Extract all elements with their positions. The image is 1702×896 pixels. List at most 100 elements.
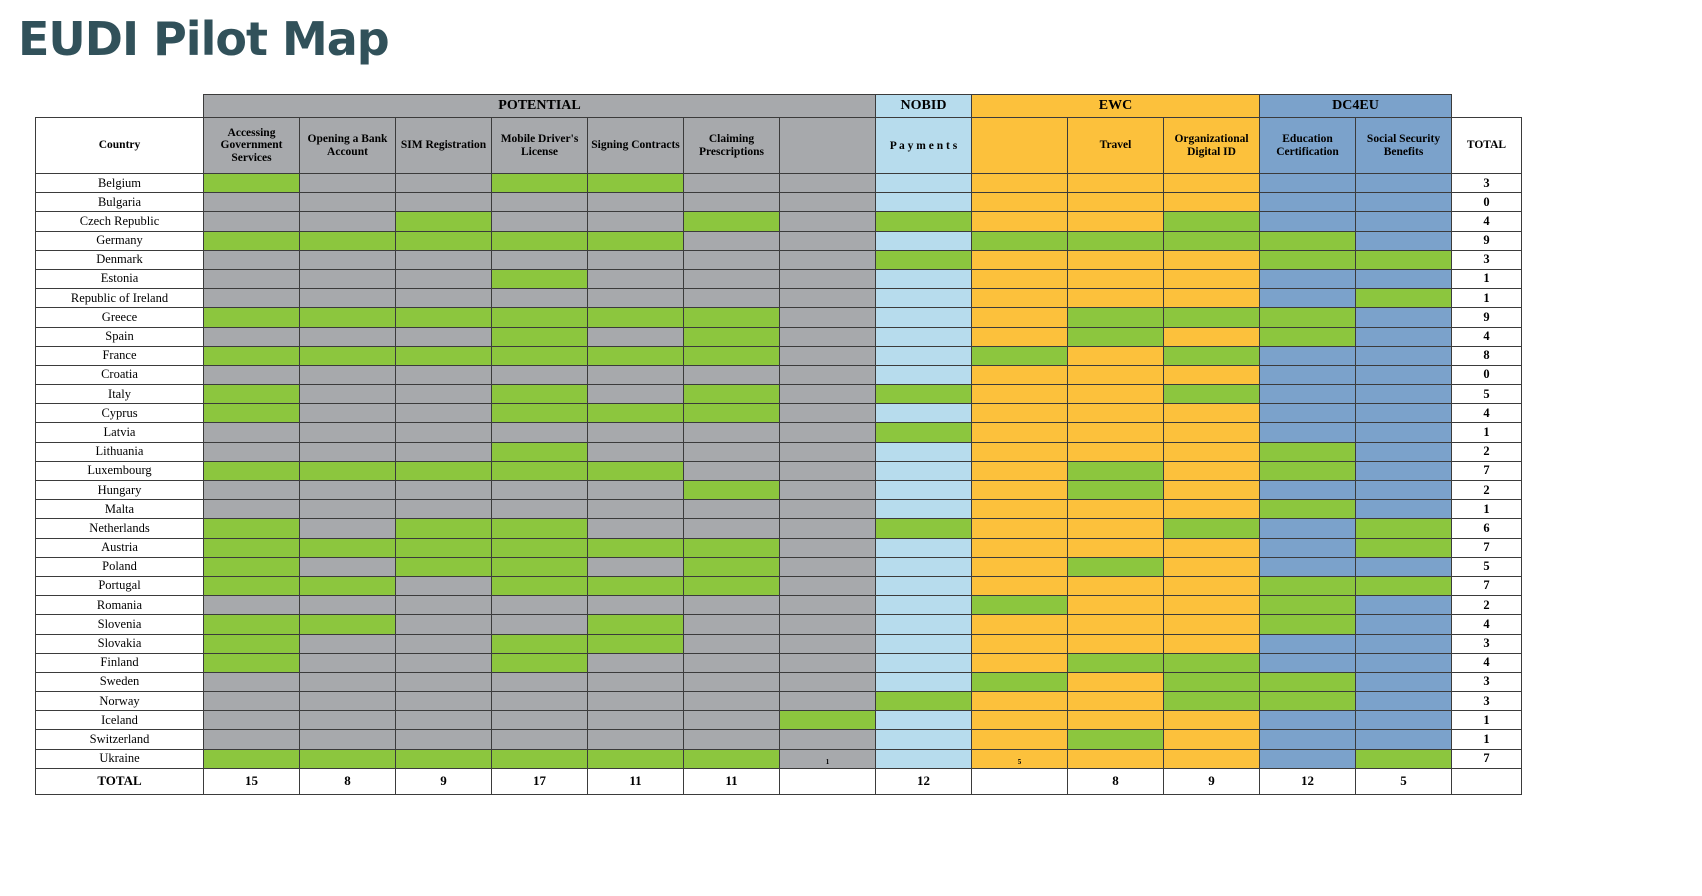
cell-active[interactable] bbox=[587, 633, 684, 654]
cell-inactive[interactable] bbox=[1259, 479, 1356, 501]
cell-inactive[interactable] bbox=[491, 422, 588, 443]
cell-inactive[interactable] bbox=[1067, 268, 1164, 290]
cell-active[interactable] bbox=[1355, 518, 1452, 539]
cell-inactive[interactable] bbox=[587, 364, 684, 386]
cell-active[interactable] bbox=[1259, 230, 1356, 251]
cell-inactive[interactable] bbox=[971, 384, 1068, 405]
cell-active[interactable] bbox=[491, 403, 588, 424]
cell-active[interactable] bbox=[875, 518, 972, 539]
cell-inactive[interactable] bbox=[779, 307, 876, 328]
cell-inactive[interactable] bbox=[203, 499, 300, 520]
cell-inactive[interactable] bbox=[587, 595, 684, 616]
cell-active[interactable] bbox=[875, 691, 972, 712]
cell-inactive[interactable] bbox=[971, 479, 1068, 501]
cell-inactive[interactable] bbox=[395, 614, 492, 635]
cell-inactive[interactable] bbox=[299, 691, 396, 712]
cell-active[interactable] bbox=[1163, 671, 1260, 693]
cell-inactive[interactable] bbox=[1259, 556, 1356, 577]
cell-inactive[interactable] bbox=[971, 326, 1068, 347]
cell-active[interactable] bbox=[491, 326, 588, 347]
cell-inactive[interactable] bbox=[683, 595, 780, 616]
cell-inactive[interactable] bbox=[683, 441, 780, 462]
cell-inactive[interactable] bbox=[971, 691, 1068, 712]
cell-inactive[interactable] bbox=[491, 192, 588, 213]
cell-active[interactable] bbox=[1163, 652, 1260, 673]
cell-inactive[interactable] bbox=[971, 518, 1068, 539]
cell-active[interactable] bbox=[1067, 479, 1164, 501]
cell-active[interactable] bbox=[395, 748, 492, 769]
cell-inactive[interactable] bbox=[683, 422, 780, 443]
cell-inactive[interactable] bbox=[299, 288, 396, 309]
cell-inactive[interactable] bbox=[1067, 595, 1164, 616]
cell-inactive[interactable] bbox=[587, 710, 684, 731]
cell-inactive[interactable] bbox=[491, 710, 588, 731]
cell-inactive[interactable] bbox=[395, 364, 492, 386]
cell-active[interactable] bbox=[1355, 575, 1452, 597]
cell-inactive[interactable] bbox=[395, 441, 492, 462]
cell-inactive[interactable] bbox=[395, 595, 492, 616]
cell-inactive[interactable] bbox=[299, 729, 396, 750]
cell-active[interactable] bbox=[1355, 537, 1452, 558]
cell-inactive[interactable] bbox=[395, 326, 492, 347]
cell-inactive[interactable] bbox=[971, 460, 1068, 482]
cell-active[interactable] bbox=[203, 403, 300, 424]
cell-active[interactable] bbox=[1259, 499, 1356, 520]
cell-inactive[interactable] bbox=[299, 710, 396, 731]
cell-active[interactable] bbox=[1259, 326, 1356, 347]
cell-inactive[interactable] bbox=[971, 652, 1068, 673]
cell-active[interactable] bbox=[587, 345, 684, 366]
cell-inactive[interactable] bbox=[1163, 729, 1260, 750]
cell-inactive[interactable] bbox=[587, 556, 684, 577]
cell-inactive[interactable] bbox=[299, 652, 396, 673]
cell-active[interactable] bbox=[683, 748, 780, 769]
cell-inactive[interactable] bbox=[875, 652, 972, 673]
cell-inactive[interactable] bbox=[203, 691, 300, 712]
cell-inactive[interactable] bbox=[1259, 211, 1356, 232]
cell-active[interactable] bbox=[683, 384, 780, 405]
cell-inactive[interactable] bbox=[971, 441, 1068, 462]
cell-inactive[interactable] bbox=[491, 729, 588, 750]
cell-inactive[interactable] bbox=[1067, 575, 1164, 597]
cell-inactive[interactable] bbox=[395, 422, 492, 443]
cell-inactive[interactable] bbox=[971, 499, 1068, 520]
cell-inactive[interactable] bbox=[395, 192, 492, 213]
cell-inactive[interactable] bbox=[1067, 192, 1164, 213]
cell-inactive[interactable] bbox=[299, 556, 396, 577]
cell-inactive[interactable] bbox=[683, 288, 780, 309]
cell-active[interactable] bbox=[203, 614, 300, 635]
cell-inactive[interactable] bbox=[779, 499, 876, 520]
cell-inactive[interactable] bbox=[875, 460, 972, 482]
cell-inactive[interactable] bbox=[491, 249, 588, 270]
cell-inactive[interactable] bbox=[395, 288, 492, 309]
cell-active[interactable] bbox=[203, 537, 300, 558]
cell-inactive[interactable] bbox=[875, 614, 972, 635]
cell-inactive[interactable] bbox=[203, 479, 300, 501]
cell-inactive[interactable] bbox=[779, 652, 876, 673]
cell-active[interactable] bbox=[491, 556, 588, 577]
cell-inactive[interactable] bbox=[779, 326, 876, 347]
cell-inactive[interactable] bbox=[683, 268, 780, 290]
cell-inactive[interactable] bbox=[779, 633, 876, 654]
cell-inactive[interactable] bbox=[299, 384, 396, 405]
cell-inactive[interactable] bbox=[1259, 710, 1356, 731]
cell-inactive[interactable] bbox=[299, 422, 396, 443]
cell-inactive[interactable] bbox=[1067, 499, 1164, 520]
cell-inactive[interactable] bbox=[779, 172, 876, 194]
cell-inactive[interactable] bbox=[779, 211, 876, 232]
cell-inactive[interactable] bbox=[971, 192, 1068, 213]
cell-inactive[interactable] bbox=[1259, 345, 1356, 366]
cell-active[interactable] bbox=[203, 345, 300, 366]
cell-inactive[interactable] bbox=[491, 479, 588, 501]
cell-inactive[interactable] bbox=[587, 384, 684, 405]
cell-inactive[interactable] bbox=[1355, 384, 1452, 405]
cell-active[interactable] bbox=[1067, 326, 1164, 347]
cell-inactive[interactable] bbox=[587, 441, 684, 462]
cell-active[interactable] bbox=[683, 345, 780, 366]
cell-inactive[interactable] bbox=[1163, 364, 1260, 386]
cell-inactive[interactable] bbox=[587, 499, 684, 520]
cell-active[interactable] bbox=[683, 211, 780, 232]
cell-inactive[interactable] bbox=[779, 288, 876, 309]
cell-inactive[interactable] bbox=[1259, 403, 1356, 424]
cell-inactive[interactable] bbox=[491, 671, 588, 693]
cell-inactive[interactable] bbox=[1163, 748, 1260, 769]
